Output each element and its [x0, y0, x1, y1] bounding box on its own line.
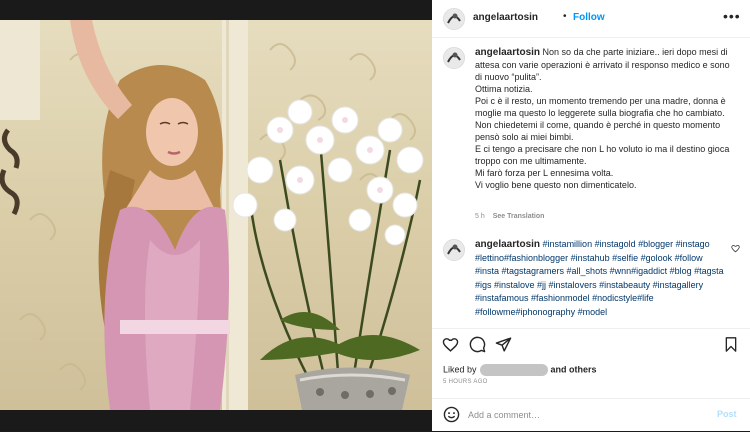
avatar-image: [444, 240, 464, 260]
header-username[interactable]: angelaartosin: [473, 12, 538, 23]
paper-plane-icon[interactable]: [495, 336, 512, 353]
comment-avatar-icon[interactable]: [443, 239, 465, 261]
see-translation-link[interactable]: See Translation: [493, 213, 545, 220]
add-comment-bar: Post: [432, 398, 750, 432]
caption-line-3: Poi c è il resto, un momento tremendo pe…: [475, 96, 726, 118]
caption-line-7: Vi voglio bene questo non dimenticatelo.: [475, 180, 637, 190]
liked-by-text: Liked by and others: [443, 364, 597, 376]
liked-by-user-redacted[interactable]: [479, 364, 548, 376]
post-timestamp[interactable]: 5 HOURS AGO: [443, 379, 488, 385]
smiley-icon[interactable]: [443, 406, 460, 423]
hashtag-comment: angelaartosin #instamillion #instagold #…: [475, 238, 727, 320]
separator-dot: •: [563, 11, 567, 22]
liked-by-prefix: Liked by: [443, 364, 477, 375]
avatar-image: [444, 48, 464, 68]
avatar-image: [444, 9, 464, 29]
caption-line-5: E ci tengo a precisare che non L ho volu…: [475, 144, 730, 166]
post-detail-panel: angelaartosin • Follow ••• angelaartosin…: [432, 0, 750, 431]
caption-line-4: Non chiedetemi il come, quando è perché …: [475, 120, 721, 142]
comment-input[interactable]: [468, 408, 698, 422]
post-photo-illustration: [0, 20, 424, 410]
post-comment-button[interactable]: Post: [717, 409, 737, 419]
bookmark-icon[interactable]: [723, 336, 739, 353]
avatar-icon[interactable]: [443, 8, 465, 30]
more-options-icon[interactable]: •••: [723, 9, 741, 23]
comment-username[interactable]: angelaartosin: [475, 239, 540, 250]
heart-icon[interactable]: [442, 336, 459, 353]
post-actions: Liked by and others 5 HOURS AGO: [432, 328, 750, 399]
caption-line-6: Mi farò forza per L ennesima volta.: [475, 168, 614, 178]
caption-age: 5 h: [475, 213, 485, 220]
caption-text: angelaartosin Non so da che parte inizia…: [475, 46, 731, 191]
caption-line-1: angelaartosin Non so da che parte inizia…: [475, 46, 731, 83]
comment-bubble-icon[interactable]: [469, 336, 486, 353]
follow-button[interactable]: Follow: [573, 12, 605, 23]
comment-hashtags[interactable]: #instamillion #instagold #blogger #insta…: [475, 239, 724, 317]
caption-username[interactable]: angelaartosin: [475, 47, 540, 58]
caption-line-2: Ottima notizia.: [475, 84, 533, 94]
caption-avatar-icon[interactable]: [443, 47, 465, 69]
liked-by-others[interactable]: and others: [551, 364, 597, 374]
post-header: angelaartosin • Follow •••: [432, 0, 750, 38]
comments-section: angelaartosin Non so da che parte inizia…: [432, 38, 750, 328]
post-photo-area: [0, 0, 432, 431]
post-photo[interactable]: [0, 20, 432, 410]
comment-like-heart-icon[interactable]: [731, 244, 740, 253]
caption-meta: 5 h See Translation: [475, 213, 544, 220]
